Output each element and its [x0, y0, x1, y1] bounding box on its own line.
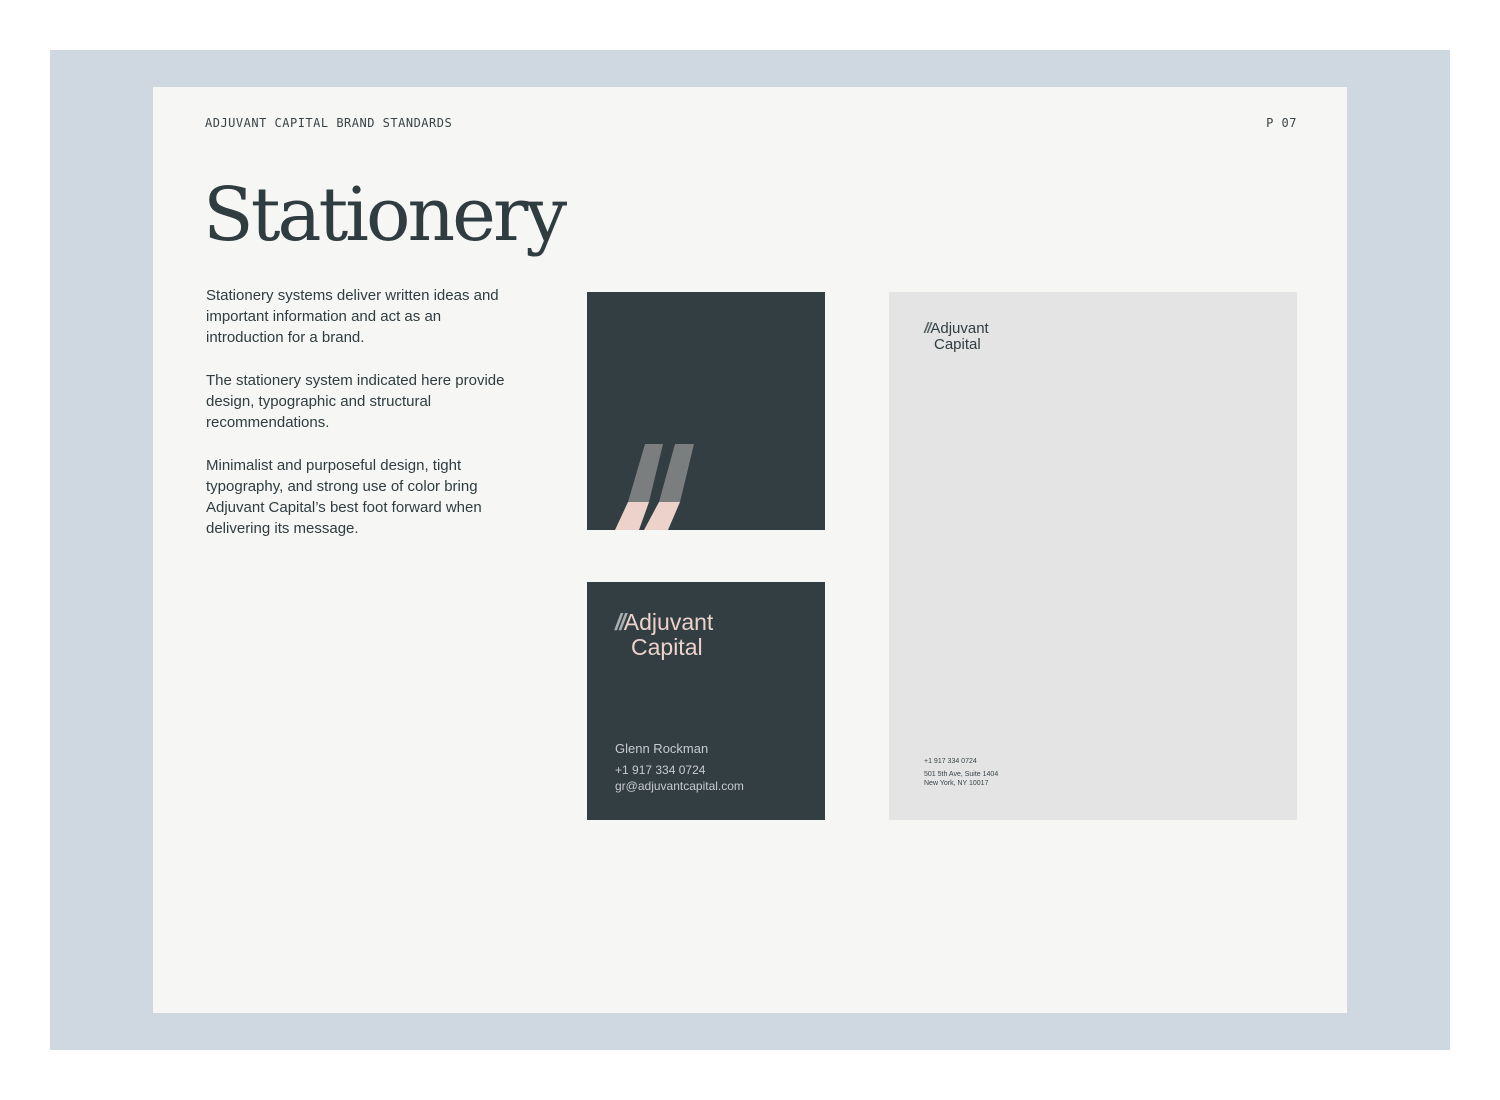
- letterhead-address-line-1: 501 5th Ave, Suite 1404: [924, 771, 999, 778]
- contact-email: gr@adjuvantcapital.com: [615, 779, 744, 793]
- brand-guide-page: ADJUVANT CAPITAL BRAND STANDARDS P 07 St…: [153, 87, 1347, 1013]
- letterhead-address-line-2: New York, NY 10017: [924, 780, 989, 787]
- logo-word-capital: Capital: [934, 336, 981, 353]
- page-title: Stationery: [203, 172, 567, 258]
- logo-word-adjuvant: Adjuvant: [623, 609, 714, 635]
- brand-logo: //Adjuvant Capital: [924, 321, 989, 353]
- page-number: P 07: [1266, 116, 1297, 130]
- logo-slashes: //: [615, 609, 626, 635]
- paragraph: Stationery systems deliver written ideas…: [206, 287, 499, 346]
- logo-word-capital: Capital: [631, 634, 703, 660]
- business-card-back: [587, 292, 825, 530]
- letterhead-phone: +1 917 334 0724: [924, 758, 977, 765]
- paragraph: Minimalist and purposeful design, tight …: [206, 457, 482, 537]
- logo-word-adjuvant: Adjuvant: [930, 320, 989, 337]
- body-copy: Stationery systems deliver written ideas…: [206, 285, 506, 561]
- contact-name: Glenn Rockman: [615, 741, 709, 756]
- letterhead: //Adjuvant Capital +1 917 334 0724 501 5…: [889, 292, 1297, 820]
- paragraph: The stationery system indicated here pro…: [206, 372, 505, 431]
- document-title: ADJUVANT CAPITAL BRAND STANDARDS: [205, 116, 453, 130]
- double-slash-mark-icon: [615, 444, 694, 530]
- brand-logo: //Adjuvant Capital: [615, 610, 713, 660]
- contact-phone: +1 917 334 0724: [615, 763, 706, 777]
- business-card-front: //Adjuvant Capital Glenn Rockman +1 917 …: [587, 582, 825, 820]
